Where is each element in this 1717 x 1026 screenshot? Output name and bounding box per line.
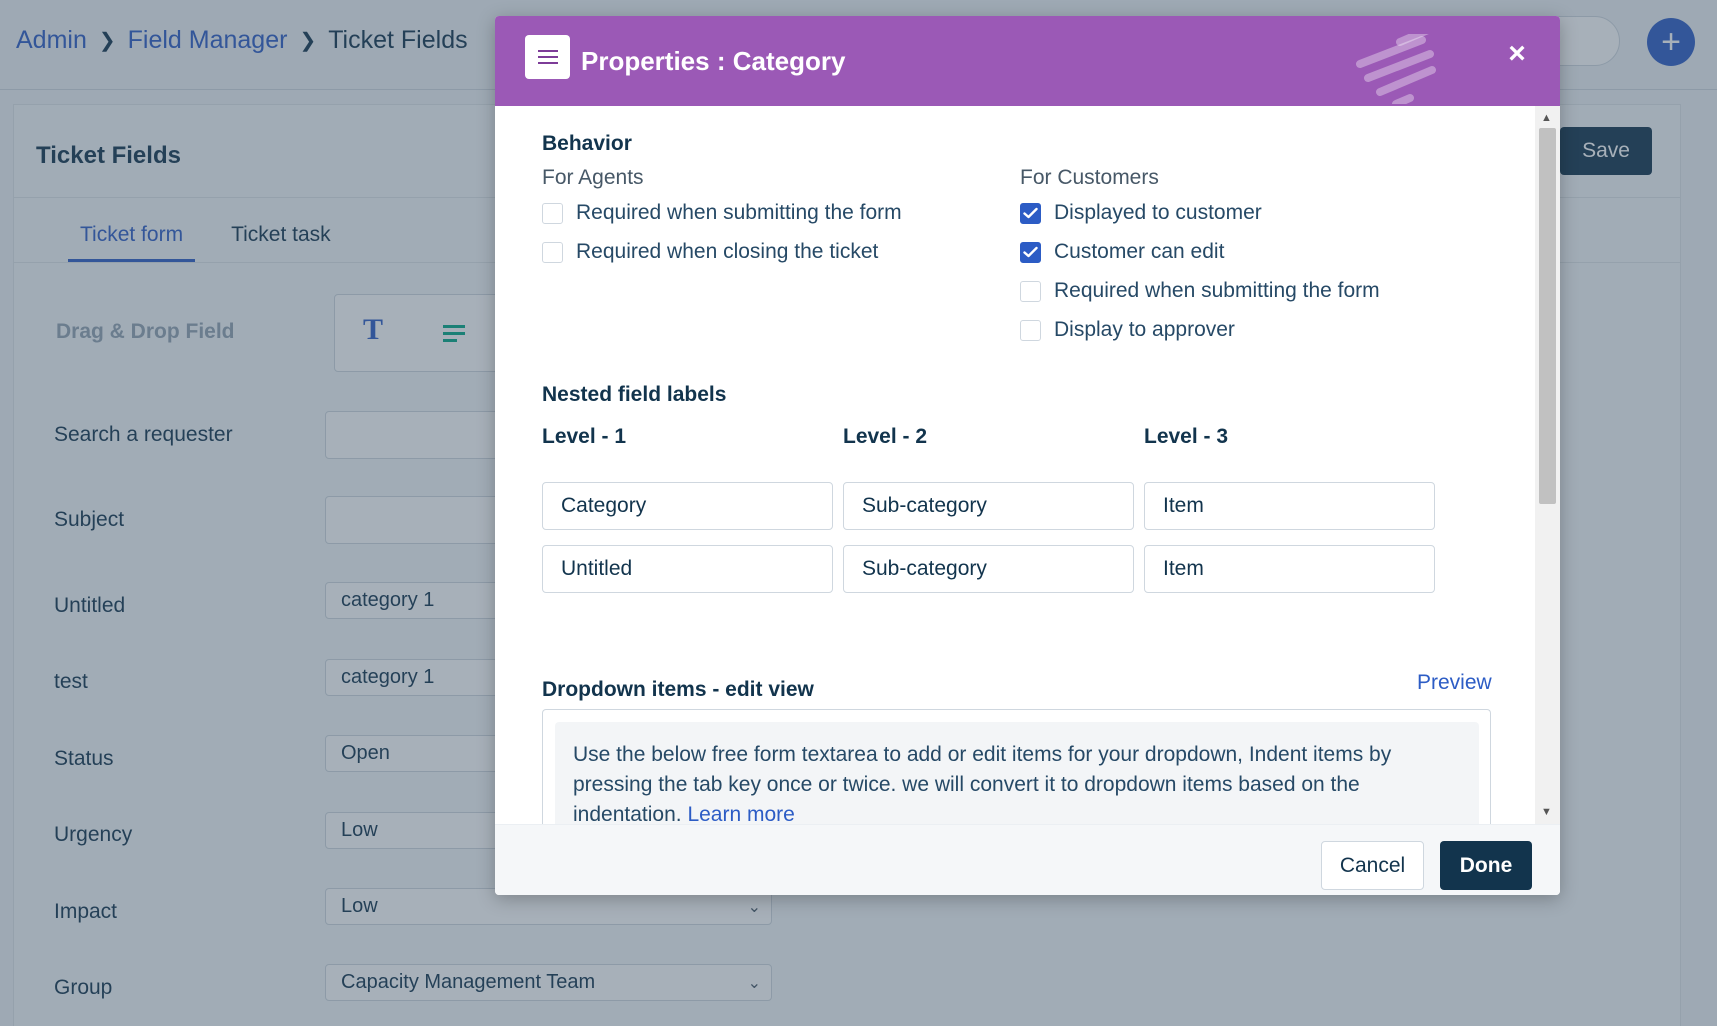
checkbox-checked[interactable]	[1020, 202, 1041, 224]
scrollbar-thumb[interactable]	[1539, 128, 1556, 504]
level-2-input[interactable]: Sub-category	[843, 482, 1134, 530]
cancel-button[interactable]: Cancel	[1321, 841, 1424, 890]
done-button[interactable]: Done	[1440, 841, 1532, 890]
customer-display-approver[interactable]: Display to approver	[1020, 318, 1235, 342]
level-1-input[interactable]: Category	[542, 482, 833, 530]
dropdown-title: Dropdown items - edit view	[542, 678, 814, 701]
level-3-label: Level - 3	[1144, 425, 1229, 448]
checkbox-label: Customer can edit	[1054, 240, 1225, 263]
close-icon[interactable]: ×	[1501, 38, 1533, 70]
checkbox[interactable]	[542, 241, 563, 263]
level-1-label: Level - 1	[542, 425, 627, 448]
checkbox-label: Displayed to customer	[1054, 201, 1262, 224]
modal-title: Properties : Category	[581, 46, 846, 76]
check-icon	[1023, 207, 1038, 219]
modal-footer: Cancel Done	[495, 824, 1560, 895]
checkbox-label: Required when submitting the form	[1054, 279, 1380, 302]
dropdown-textarea[interactable]: Use the below free form textarea to add …	[542, 709, 1491, 824]
properties-modal: Properties : Category × Behavior For Age…	[495, 16, 1560, 895]
checkbox-label: Required when submitting the form	[576, 201, 902, 224]
check-icon	[1023, 246, 1038, 258]
agent-required-close[interactable]: Required when closing the ticket	[542, 240, 878, 264]
modal-header: Properties : Category ×	[495, 16, 1560, 106]
checkbox-label: Required when closing the ticket	[576, 240, 879, 263]
for-agents-label: For Agents	[542, 166, 644, 189]
list-icon	[525, 35, 570, 79]
agent-required-submit[interactable]: Required when submitting the form	[542, 201, 902, 225]
modal-scrollbar[interactable]: ▲ ▼	[1535, 106, 1560, 824]
checkbox[interactable]	[1020, 319, 1041, 341]
dropdown-info-text: Use the below free form textarea to add …	[555, 722, 1479, 824]
checkbox[interactable]	[542, 202, 563, 224]
decorative-stripes-icon	[1356, 34, 1436, 104]
customer-required-submit[interactable]: Required when submitting the form	[1020, 279, 1380, 303]
customer-displayed[interactable]: Displayed to customer	[1020, 201, 1262, 225]
learn-more-link[interactable]: Learn more	[687, 803, 794, 824]
scroll-up-icon[interactable]: ▲	[1541, 112, 1552, 124]
level-2-label: Level - 2	[843, 425, 928, 448]
checkbox[interactable]	[1020, 280, 1041, 302]
preview-link[interactable]: Preview	[1417, 671, 1492, 695]
for-customers-label: For Customers	[1020, 166, 1159, 189]
modal-body: Behavior For Agents For Customers Requir…	[495, 106, 1535, 824]
level-3-input[interactable]: Item	[1144, 545, 1435, 593]
scroll-down-icon[interactable]: ▼	[1541, 806, 1552, 818]
behavior-title: Behavior	[542, 132, 632, 155]
level-3-input[interactable]: Item	[1144, 482, 1435, 530]
customer-can-edit[interactable]: Customer can edit	[1020, 240, 1224, 264]
level-2-input[interactable]: Sub-category	[843, 545, 1134, 593]
nested-title: Nested field labels	[542, 383, 727, 406]
level-1-input[interactable]: Untitled	[542, 545, 833, 593]
checkbox-label: Display to approver	[1054, 318, 1235, 341]
checkbox-checked[interactable]	[1020, 241, 1041, 263]
